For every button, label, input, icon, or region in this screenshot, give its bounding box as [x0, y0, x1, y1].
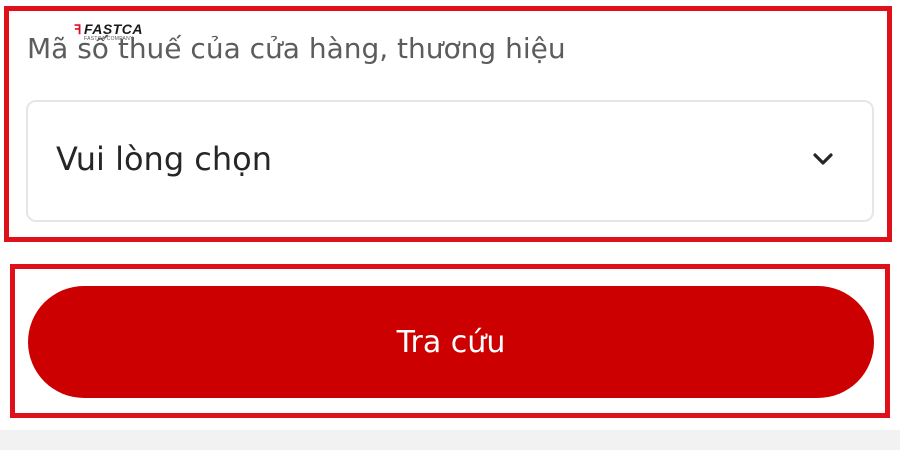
search-button[interactable]: Tra cứu — [28, 286, 874, 398]
chevron-down-icon — [813, 153, 833, 165]
select-value: Vui lòng chọn — [56, 140, 273, 178]
page: ꟻ FASTCA FASTCA COMPANY Mã số thuế của c… — [0, 0, 900, 450]
bottom-strip — [0, 430, 900, 450]
store-brand-select[interactable]: Vui lòng chọn — [26, 100, 874, 222]
tax-code-label: Mã số thuế của cửa hàng, thương hiệu — [27, 32, 566, 65]
search-button-label: Tra cứu — [396, 324, 506, 360]
